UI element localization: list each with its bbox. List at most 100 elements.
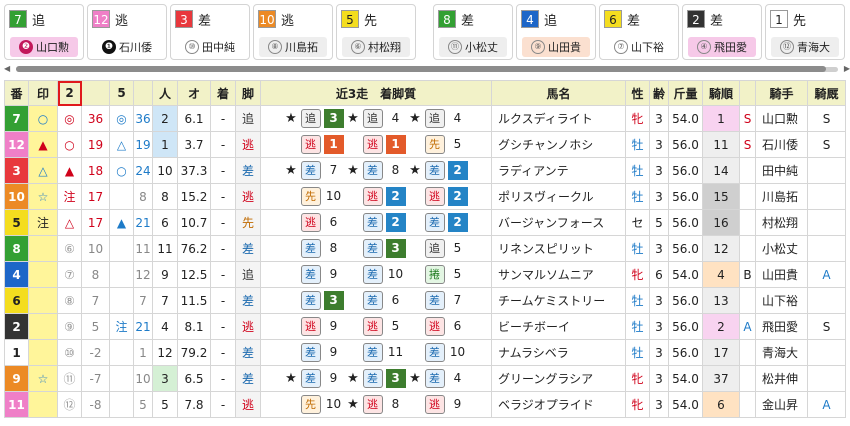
jockey-name[interactable]: 飛田愛: [755, 313, 808, 340]
horse-name[interactable]: ベラジオプライド: [491, 391, 626, 418]
jockey-name[interactable]: 青海大: [755, 339, 808, 366]
race-finish-position: 4: [453, 111, 462, 125]
table-row[interactable]: 4 ⑦ 8 12 9 12.5- 追差 9 差 10 捲 5 サンマルソムニア牝 6 54.0 4 B 山田貴 A: [4, 261, 846, 288]
column-header[interactable]: [81, 80, 110, 106]
column-header[interactable]: 騎手: [755, 80, 808, 106]
column-header[interactable]: 齢: [649, 80, 669, 106]
rank-mark-icon: ⑪: [448, 40, 462, 54]
pace-card[interactable]: 7 追 ❷ 山口勲: [4, 4, 84, 60]
pace-card[interactable]: 12 逃 ❶ 石川倭: [87, 4, 167, 60]
prediction-mark[interactable]: [28, 287, 58, 314]
table-row[interactable]: 12 ▲ ○ 19 △ 19 1 3.7- 逃逃 1 逃 1 先 5 グシチャンノホシ牡 3 56.0 11 S 石川…: [4, 131, 846, 158]
scroll-left-arrow-icon[interactable]: ◀: [4, 64, 10, 74]
column-header[interactable]: 脚: [235, 80, 261, 106]
odds: 8.1: [177, 313, 211, 340]
table-row[interactable]: 8 ⑥ 10 11 11 76.2- 差差 8 差 3 追 5 リネンスピリット牡 3 56.0 12 小松丈: [4, 235, 846, 262]
recent-races-list: 差8差3追5: [262, 237, 491, 261]
prediction-mark[interactable]: [28, 235, 58, 262]
jockey-name: 青海大: [797, 41, 830, 54]
horse-name[interactable]: ビーチボーイ: [491, 313, 626, 340]
table-row[interactable]: 3 △ ▲ 18 ○ 24 10 37.3- 差 ★ 差 7 ★ 差 8 ★ 差 2 ラディアンテ牡 3 56.0 14 田…: [4, 157, 846, 184]
jockey-name[interactable]: 山下裕: [755, 287, 808, 314]
prediction-mark[interactable]: [28, 391, 58, 418]
scroll-thumb[interactable]: [16, 66, 826, 72]
column-header[interactable]: [133, 80, 153, 106]
column-header[interactable]: 斤量: [668, 80, 703, 106]
horizontal-scrollbar[interactable]: ◀ ▶: [4, 64, 850, 74]
jockey-name[interactable]: 山田貴: [755, 261, 808, 288]
pace-card[interactable]: 4 追 ⑨ 山田貴: [516, 4, 596, 60]
table-row[interactable]: 10 ☆ 注 17 8 8 15.2- 逃先 10 逃 2 逃 2 ポリスヴィークル牡 3 56.0 15 川島拓: [4, 183, 846, 210]
jockey-flag: [739, 235, 756, 262]
table-row[interactable]: 5 注 △ 17 ▲ 21 6 10.7- 先逃 6 差 2 差 2 バージャンフォースセ 5 56.0 16 村松…: [4, 209, 846, 236]
column-header[interactable]: 印: [28, 80, 58, 106]
pace-card[interactable]: 1 先 ⑫ 青海大: [765, 4, 845, 60]
horse-name[interactable]: グリーングラシア: [491, 365, 626, 392]
odds: 10.7: [177, 209, 211, 236]
horse-name[interactable]: ポリスヴィークル: [491, 183, 626, 210]
prediction-mark[interactable]: ▲: [28, 131, 58, 158]
jockey-name[interactable]: 石川倭: [755, 131, 808, 158]
finish: -: [210, 209, 236, 236]
column-header[interactable]: 着: [210, 80, 236, 106]
column-header[interactable]: 番: [4, 80, 29, 106]
race-finish-position: 11: [387, 345, 404, 359]
recent-three-races: 差8差3追5: [260, 235, 492, 262]
table-row[interactable]: 1 ⑩ -2 1 12 79.2- 差差 9 差 11 差 10 ナムラシベラ牡 3 56.0 17 青海大: [4, 339, 846, 366]
horse-name[interactable]: ルクスディライト: [491, 105, 626, 132]
weight: 56.0: [668, 313, 703, 340]
column-header[interactable]: 性: [625, 80, 650, 106]
column-header[interactable]: 騎順: [702, 80, 740, 106]
column-header[interactable]: 近3走 着脚質: [260, 80, 492, 106]
prediction-mark[interactable]: [28, 261, 58, 288]
prediction-mark[interactable]: ☆: [28, 365, 58, 392]
horse-name[interactable]: サンマルソムニア: [491, 261, 626, 288]
jockey-name[interactable]: 松井伸: [755, 365, 808, 392]
pace-card[interactable]: 8 差 ⑪ 小松丈: [433, 4, 513, 60]
prediction-mark[interactable]: [28, 313, 58, 340]
pace-card[interactable]: 3 差 ⑩ 田中純: [170, 4, 250, 60]
index5-value: 10: [133, 365, 153, 392]
jockey-trainer-rank: S: [807, 131, 846, 158]
column-header[interactable]: 馬名: [491, 80, 626, 106]
prediction-mark[interactable]: 注: [28, 209, 58, 236]
pace-card[interactable]: 2 差 ④ 飛田愛: [682, 4, 762, 60]
column-header[interactable]: 人: [152, 80, 178, 106]
column-header[interactable]: 2: [57, 80, 82, 106]
pace-card[interactable]: 10 逃 ⑧ 川島拓: [253, 4, 333, 60]
jockey-name[interactable]: 小松丈: [755, 235, 808, 262]
jockey-name[interactable]: 山口勲: [755, 105, 808, 132]
race-finish-position: 3: [323, 291, 344, 310]
table-row[interactable]: 11 ⑫ -8 5 5 7.8- 逃先 10 ★ 逃 8 逃 9 ベラジオプライド牝 3 54.0 6 金山昇 A: [4, 391, 846, 418]
table-row[interactable]: 2 ⑨ 5 注 21 4 8.1- 逃逃 9 逃 5 逃 6 ビーチボーイ牡 3 56.0 2 A 飛田愛 S: [4, 313, 846, 340]
pace-card[interactable]: 5 先 ⑥ 村松翔: [336, 4, 416, 60]
scroll-right-arrow-icon[interactable]: ▶: [844, 64, 850, 74]
horse-name[interactable]: リネンスピリット: [491, 235, 626, 262]
column-header[interactable]: 5: [109, 80, 134, 106]
index5-mark: [109, 287, 134, 314]
jockey-rank: 4: [702, 261, 740, 288]
prediction-mark[interactable]: ○: [28, 105, 58, 132]
race-finish-position: 1: [323, 135, 344, 154]
horse-name[interactable]: グシチャンノホシ: [491, 131, 626, 158]
horse-name[interactable]: ナムラシベラ: [491, 339, 626, 366]
prediction-mark[interactable]: ☆: [28, 183, 58, 210]
horse-name[interactable]: ラディアンテ: [491, 157, 626, 184]
table-row[interactable]: 7 ○ ◎ 36 ◎ 36 2 6.1- 追 ★ 追 3 ★ 追 4 ★ 追 4 ルクスディライト牝 3 54.0 1 S 山…: [4, 105, 846, 132]
column-header[interactable]: [739, 80, 756, 106]
jockey-name[interactable]: 川島拓: [755, 183, 808, 210]
jockey-name[interactable]: 金山昇: [755, 391, 808, 418]
table-row[interactable]: 9 ☆ ⑪ -7 10 3 6.5- 差 ★ 差 9 ★ 差 3 ★ 差 4 グリーングラシア牝 3 54.0 37 松井…: [4, 365, 846, 392]
pace-card[interactable]: 6 差 ⑦ 山下裕: [599, 4, 679, 60]
recent-races-list: 逃1逃1先5: [262, 133, 491, 157]
race-finish-position: 10: [325, 397, 342, 411]
jockey-name[interactable]: 田中純: [755, 157, 808, 184]
horse-name[interactable]: チームケミストリー: [491, 287, 626, 314]
prediction-mark[interactable]: △: [28, 157, 58, 184]
table-row[interactable]: 6 ⑧ 7 7 7 11.5- 差差 3 差 6 差 7 チームケミストリー牡 3 56.0 13 山下裕: [4, 287, 846, 314]
prediction-mark[interactable]: [28, 339, 58, 366]
column-header[interactable]: オ: [177, 80, 211, 106]
column-header[interactable]: 騎厩: [807, 80, 846, 106]
jockey-name[interactable]: 村松翔: [755, 209, 808, 236]
horse-name[interactable]: バージャンフォース: [491, 209, 626, 236]
